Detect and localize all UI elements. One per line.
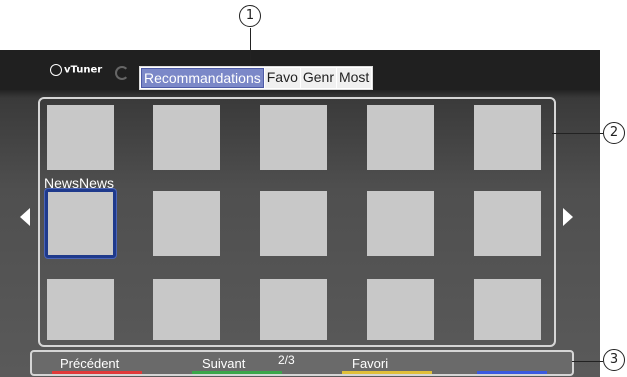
tab-most[interactable]: Most <box>336 68 372 88</box>
tab-bar: Recommandations Favo Genr Most <box>139 66 374 90</box>
station-tile[interactable] <box>260 191 327 256</box>
loading-spinner-icon <box>115 66 129 80</box>
station-tile-selected[interactable] <box>45 189 116 258</box>
station-tile[interactable] <box>153 279 220 340</box>
callout-1-line <box>250 28 251 66</box>
footer-bar: Précédent Suivant 2/3 Favori <box>30 350 574 376</box>
callout-3: 3 <box>603 349 625 371</box>
station-tile[interactable] <box>367 105 434 170</box>
tab-genr[interactable]: Genr <box>300 68 336 88</box>
green-key-bar <box>192 371 282 374</box>
callout-2-line <box>552 133 603 134</box>
page-indicator: 2/3 <box>278 353 295 367</box>
vtuner-logo: vTuner <box>50 64 102 76</box>
station-tile[interactable] <box>47 279 114 340</box>
station-tile[interactable] <box>367 279 434 340</box>
next-button[interactable]: Suivant <box>202 356 245 371</box>
station-tile[interactable] <box>474 279 541 340</box>
station-tile[interactable] <box>474 191 541 256</box>
favorite-button[interactable]: Favori <box>352 356 388 371</box>
callout-3-line <box>572 361 603 362</box>
previous-button[interactable]: Précédent <box>60 356 119 371</box>
station-tile[interactable] <box>260 105 327 170</box>
station-tile[interactable] <box>367 191 434 256</box>
prev-page-arrow-icon[interactable] <box>20 208 30 226</box>
station-tile[interactable] <box>474 105 541 170</box>
next-page-arrow-icon[interactable] <box>563 208 573 226</box>
station-tile[interactable] <box>153 105 220 170</box>
globe-icon <box>50 64 62 76</box>
station-tile[interactable] <box>260 279 327 340</box>
red-key-bar <box>52 371 142 374</box>
station-tile[interactable] <box>47 105 114 170</box>
station-tile[interactable] <box>153 191 220 256</box>
blue-key-bar <box>477 371 547 374</box>
yellow-key-bar <box>342 371 432 374</box>
callout-2: 2 <box>603 122 625 144</box>
tab-recommandations[interactable]: Recommandations <box>141 68 264 88</box>
callout-1: 1 <box>239 5 261 27</box>
tab-favo[interactable]: Favo <box>264 68 300 88</box>
